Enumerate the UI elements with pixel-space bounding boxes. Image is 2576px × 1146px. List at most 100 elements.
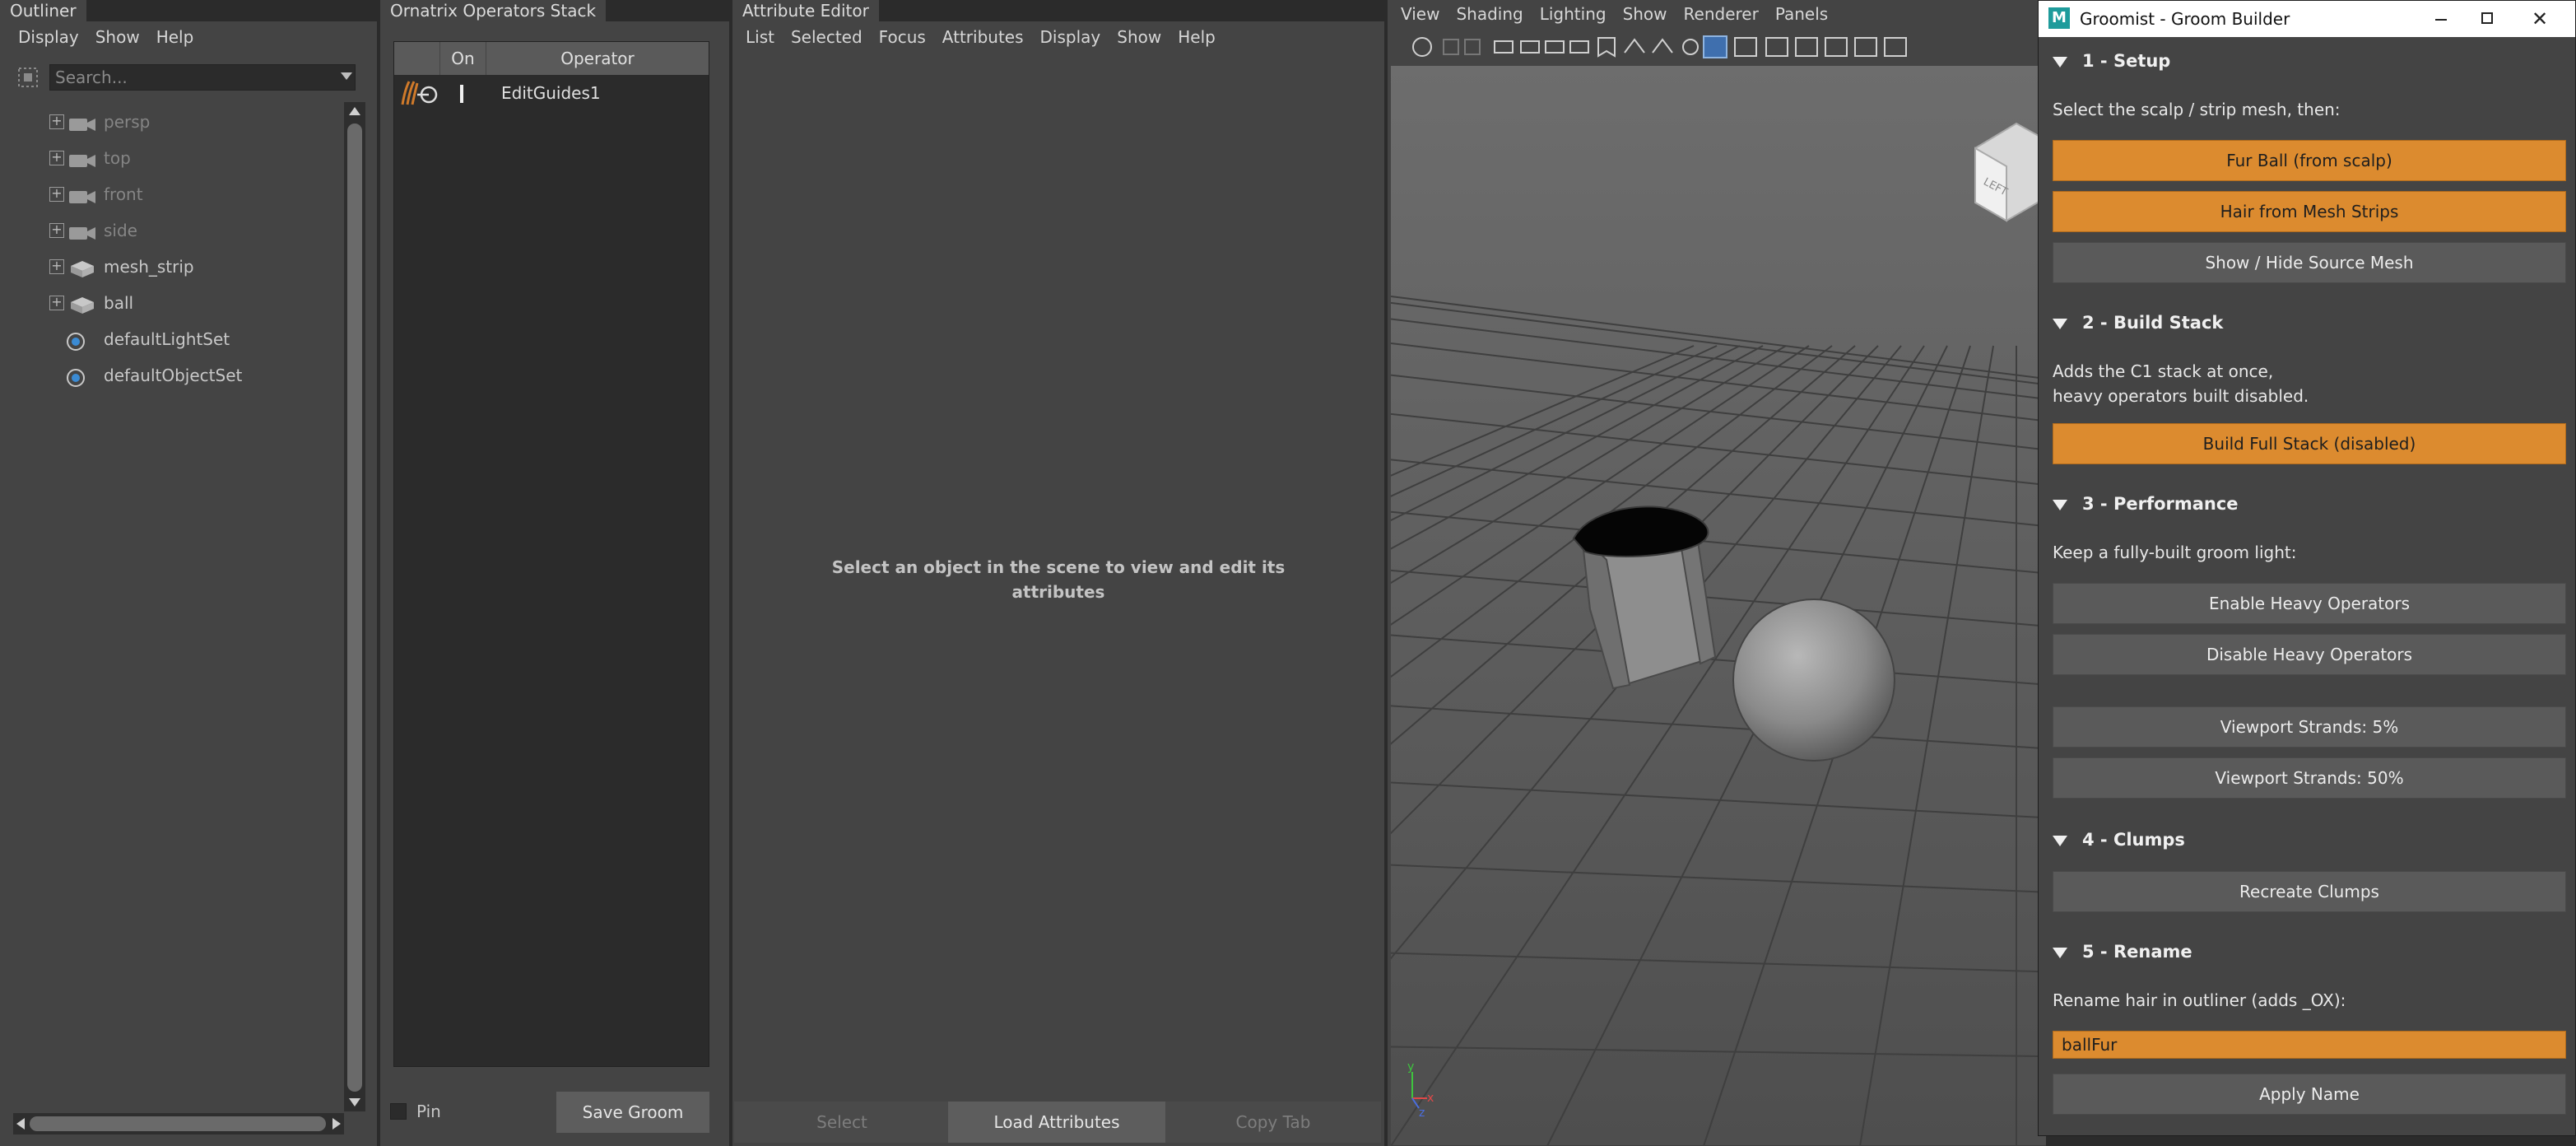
ornatrix-tab[interactable]: Ornatrix Operators Stack: [380, 0, 607, 21]
collapse-triangle-icon: [2053, 835, 2067, 846]
select-button[interactable]: Select: [734, 1102, 950, 1143]
viewport-toolbar: [1388, 28, 2046, 66]
operator-on-toggle[interactable]: [460, 85, 463, 103]
vp-menu-lighting[interactable]: Lighting: [1532, 0, 1615, 28]
minimize-icon[interactable]: [2417, 1, 2463, 37]
expand-icon[interactable]: +: [49, 114, 64, 129]
outliner-menubar: Display Show Help: [0, 21, 377, 53]
viewport-canvas[interactable]: LEFT y x z: [1391, 66, 2046, 1146]
attr-menu-list[interactable]: List: [737, 21, 783, 53]
shadows-icon: [1854, 37, 1877, 57]
section-rename-header[interactable]: 5 - Rename: [2053, 935, 2192, 968]
groomist-title: Groomist - Groom Builder: [2080, 9, 2290, 29]
section-build-header[interactable]: 2 - Build Stack: [2053, 306, 2223, 339]
smooth-shade-icon: [1765, 37, 1788, 57]
scroll-right-icon[interactable]: [332, 1118, 341, 1130]
show-hide-source-button[interactable]: Show / Hide Source Mesh: [2053, 242, 2566, 283]
ball-object: [1732, 599, 1895, 762]
section-setup-header[interactable]: 1 - Setup: [2053, 44, 2170, 77]
film-icon: [1545, 40, 1565, 54]
toolbar-icons: [1412, 35, 1907, 58]
select-camera-icon: [1412, 37, 1432, 57]
vp-menu-panels[interactable]: Panels: [1767, 0, 1836, 28]
scroll-up-icon[interactable]: [349, 107, 360, 115]
expand-icon[interactable]: +: [49, 187, 64, 202]
ornatrix-panel: Ornatrix Operators Stack On Operator Edi…: [380, 0, 729, 1146]
attr-editor-tab[interactable]: Attribute Editor: [732, 0, 879, 21]
viewport-menubar: View Shading Lighting Show Renderer Panels: [1388, 0, 2046, 28]
vp-menu-shading[interactable]: Shading: [1448, 0, 1531, 28]
apply-name-button[interactable]: Apply Name: [2053, 1074, 2566, 1115]
attr-menu-focus[interactable]: Focus: [871, 21, 934, 53]
axis-label-y: y: [1407, 1060, 1414, 1074]
vp-menu-show[interactable]: Show: [1615, 0, 1676, 28]
outliner-hscroll-thumb[interactable]: [30, 1116, 326, 1131]
outliner-item-label: front: [104, 184, 143, 204]
disable-heavy-button[interactable]: Disable Heavy Operators: [2053, 634, 2566, 675]
outliner-item-label: ball: [104, 293, 134, 313]
attr-menu-attributes[interactable]: Attributes: [934, 21, 1032, 53]
outliner-item-label: defaultLightSet: [104, 329, 230, 349]
outliner-menu-help[interactable]: Help: [148, 21, 202, 53]
attr-menu-help[interactable]: Help: [1169, 21, 1224, 53]
outliner-vscroll-thumb[interactable]: [347, 123, 362, 1092]
camera-attrs-icon: [1443, 39, 1459, 55]
filter-icon[interactable]: [16, 66, 40, 89]
save-groom-button[interactable]: Save Groom: [556, 1092, 709, 1133]
header-operator[interactable]: Operator: [486, 42, 709, 75]
scroll-left-icon[interactable]: [16, 1118, 25, 1130]
outliner-search-input[interactable]: Search...: [49, 64, 356, 91]
bookmark-flag-icon: [1597, 37, 1616, 58]
bookmark-icon: [1464, 39, 1481, 55]
operator-row[interactable]: EditGuides1: [394, 77, 709, 109]
rename-text: Rename hair in outliner (adds _OX):: [2053, 990, 2346, 1010]
camera-lock-icon: [1520, 40, 1540, 54]
outliner-vscrollbar[interactable]: [344, 102, 365, 1111]
groomist-titlebar[interactable]: M Groomist - Groom Builder ✕: [2039, 1, 2575, 37]
outliner-hscrollbar[interactable]: [13, 1113, 344, 1134]
attr-menu-display[interactable]: Display: [1032, 21, 1109, 53]
expand-icon[interactable]: +: [49, 151, 64, 165]
expand-icon[interactable]: +: [49, 296, 64, 310]
attr-tab-bar: Attribute Editor: [732, 0, 1384, 21]
textured-icon: [1795, 37, 1818, 57]
header-on[interactable]: On: [440, 42, 486, 75]
outliner-panel: Outliner Display Show Help Search... + pers…: [0, 0, 377, 1146]
expand-icon[interactable]: +: [49, 259, 64, 274]
header-icon-col: [394, 42, 440, 75]
attr-menu-selected[interactable]: Selected: [783, 21, 871, 53]
outliner-search-row: Search...: [13, 63, 365, 92]
section-setup-label: 1 - Setup: [2082, 51, 2171, 71]
expand-icon[interactable]: +: [49, 223, 64, 238]
axis-label-x: x: [1427, 1092, 1434, 1105]
attr-menu-show[interactable]: Show: [1109, 21, 1169, 53]
scroll-down-icon[interactable]: [349, 1098, 360, 1106]
close-icon[interactable]: ✕: [2511, 1, 2569, 37]
maximize-icon[interactable]: [2463, 1, 2509, 37]
set-icon: [66, 366, 95, 387]
hair-from-strips-button[interactable]: Hair from Mesh Strips: [2053, 191, 2566, 232]
outliner-menu-display[interactable]: Display: [10, 21, 87, 53]
outliner-menu-show[interactable]: Show: [87, 21, 148, 53]
section-performance-label: 3 - Performance: [2082, 494, 2239, 514]
section-performance-header[interactable]: 3 - Performance: [2053, 487, 2239, 520]
strands-50-button[interactable]: Viewport Strands: 50%: [2053, 757, 2566, 799]
chevron-down-icon[interactable]: [341, 72, 352, 81]
build-full-stack-button[interactable]: Build Full Stack (disabled): [2053, 423, 2566, 464]
section-clumps-header[interactable]: 4 - Clumps: [2053, 823, 2185, 856]
enable-heavy-button[interactable]: Enable Heavy Operators: [2053, 583, 2566, 624]
outliner-tab[interactable]: Outliner: [0, 0, 86, 21]
set-icon: [66, 329, 95, 351]
perf-text: Keep a fully-built groom light:: [2053, 543, 2297, 562]
vp-menu-view[interactable]: View: [1393, 0, 1448, 28]
strands-5-button[interactable]: Viewport Strands: 5%: [2053, 706, 2566, 748]
grid-toggle-icon: [1703, 35, 1727, 58]
copy-tab-button[interactable]: Copy Tab: [1165, 1102, 1381, 1143]
vp-menu-renderer[interactable]: Renderer: [1676, 0, 1767, 28]
recreate-clumps-button[interactable]: Recreate Clumps: [2053, 871, 2566, 912]
fur-ball-button[interactable]: Fur Ball (from scalp): [2053, 140, 2566, 181]
collapse-triangle-icon: [2053, 56, 2067, 68]
rename-input[interactable]: ballFur: [2053, 1031, 2566, 1059]
load-attributes-button[interactable]: Load Attributes: [948, 1102, 1165, 1143]
pin-checkbox[interactable]: [390, 1103, 407, 1120]
